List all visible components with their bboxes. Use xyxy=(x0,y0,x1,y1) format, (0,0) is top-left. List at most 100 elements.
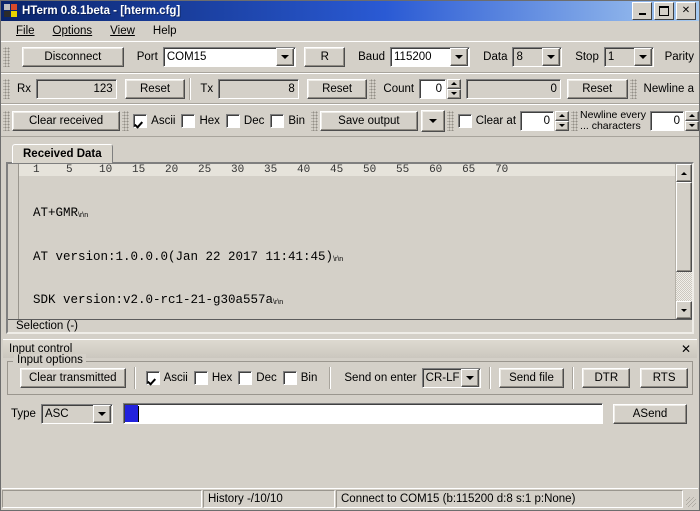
dec-checkbox[interactable]: Dec xyxy=(225,113,264,128)
rx-reset-button[interactable]: Reset xyxy=(124,78,186,99)
menu-view[interactable]: View xyxy=(101,23,144,39)
baud-select[interactable]: 115200 xyxy=(390,47,471,67)
checkbox-icon[interactable] xyxy=(225,113,240,128)
stepper-down-icon[interactable] xyxy=(685,120,700,131)
input-bin-checkbox[interactable]: Bin xyxy=(282,371,317,385)
count-stepper[interactable] xyxy=(447,78,462,99)
checkbox-icon[interactable] xyxy=(238,371,253,385)
tx-count-value: 8 xyxy=(218,78,299,99)
menu-help[interactable]: Help xyxy=(144,23,186,39)
send-on-enter-select[interactable]: CR-LF xyxy=(421,368,481,388)
minimize-button[interactable] xyxy=(632,2,652,20)
clear-transmitted-button[interactable]: Clear transmitted xyxy=(20,368,126,388)
eol-marker: \r\n xyxy=(78,212,89,219)
hex-checkbox[interactable]: Hex xyxy=(181,113,220,128)
chevron-down-icon[interactable] xyxy=(450,48,469,66)
toolbar-grip-icon[interactable] xyxy=(3,110,10,131)
disconnect-button[interactable]: Disconnect xyxy=(22,47,124,67)
toolbar-grip-icon[interactable] xyxy=(446,110,454,131)
checkbox-icon[interactable] xyxy=(193,371,208,385)
window-controls: ✕ xyxy=(632,2,696,20)
received-data-box: 1 5 10 15 20 25 30 35 40 45 50 55 60 65 … xyxy=(6,162,694,334)
clear-at-input[interactable]: 0 xyxy=(520,110,555,131)
chevron-down-icon xyxy=(428,118,437,123)
chevron-down-icon[interactable] xyxy=(633,48,652,66)
stopbits-select[interactable]: 1 xyxy=(603,47,654,67)
eol-marker: \r\n xyxy=(333,255,344,263)
rx-count-value: 123 xyxy=(36,78,117,99)
toolbar-grip-icon[interactable] xyxy=(629,78,637,99)
toolbar-grip-icon[interactable] xyxy=(3,78,10,99)
close-button[interactable]: ✕ xyxy=(676,2,696,20)
chevron-down-icon[interactable] xyxy=(276,48,295,66)
newline-every-stepper[interactable] xyxy=(685,110,700,131)
count-reset-button[interactable]: Reset xyxy=(566,78,628,99)
input-dec-checkbox[interactable]: Dec xyxy=(238,371,277,385)
tab-received-data[interactable]: Received Data xyxy=(12,144,113,163)
count-input[interactable]: 0 xyxy=(419,78,447,99)
checkbox-icon[interactable] xyxy=(457,113,472,128)
checkbox-icon[interactable] xyxy=(181,113,196,128)
checkbox-icon[interactable] xyxy=(282,371,297,385)
stepper-down-icon[interactable] xyxy=(447,88,462,99)
toolbar-grip-icon[interactable] xyxy=(369,78,377,99)
bin-checkbox[interactable]: Bin xyxy=(270,113,305,128)
newline-every-input[interactable]: 0 xyxy=(650,110,685,131)
chevron-down-icon[interactable] xyxy=(92,404,111,423)
dtr-button[interactable]: DTR xyxy=(582,368,631,388)
input-hex-checkbox[interactable]: Hex xyxy=(193,371,232,385)
save-output-button[interactable]: Save output xyxy=(319,110,418,131)
close-icon[interactable]: ✕ xyxy=(681,342,691,356)
type-select[interactable]: ASC xyxy=(40,403,113,424)
rts-button[interactable]: RTS xyxy=(640,368,688,388)
scroll-down-icon[interactable] xyxy=(676,301,692,319)
save-output-dropdown-button[interactable] xyxy=(420,109,445,132)
input-control-header: Input control ✕ xyxy=(3,340,697,358)
toolbar-grip-icon[interactable] xyxy=(3,47,10,67)
received-text[interactable]: AT+GMR\r\n AT version:1.0.0.0(Jan 22 201… xyxy=(19,176,675,319)
count-label: Count xyxy=(383,82,415,95)
maximize-button[interactable] xyxy=(654,2,674,20)
ascii-checkbox[interactable]: Ascii xyxy=(133,113,175,128)
chevron-down-icon[interactable] xyxy=(460,369,479,387)
chevron-down-icon[interactable] xyxy=(542,48,561,66)
status-bar: History -/10/10 Connect to COM15 (b:1152… xyxy=(2,488,698,509)
received-vertical-scrollbar[interactable] xyxy=(675,164,692,319)
toolbar-grip-icon[interactable] xyxy=(310,110,318,131)
send-input[interactable] xyxy=(122,403,603,424)
input-options-row: Clear transmitted Ascii Hex Dec Bin Send… xyxy=(12,367,688,389)
scrollbar-thumb[interactable] xyxy=(676,182,692,273)
send-file-button[interactable]: Send file xyxy=(498,368,565,388)
stepper-up-icon[interactable] xyxy=(447,78,462,89)
scroll-up-icon[interactable] xyxy=(676,164,692,182)
stepper-down-icon[interactable] xyxy=(555,120,570,131)
count-current-value: 0 xyxy=(466,78,561,99)
resize-grip-icon[interactable] xyxy=(684,489,698,509)
received-gutter xyxy=(8,164,19,319)
menu-options[interactable]: Options xyxy=(44,23,102,39)
checkbox-checked-icon[interactable] xyxy=(133,113,148,128)
stepper-up-icon[interactable] xyxy=(685,110,700,121)
clear-at-checkbox[interactable]: Clear at xyxy=(457,113,516,128)
checkbox-checked-icon[interactable] xyxy=(145,371,160,385)
newline-at-label: Newline a xyxy=(643,82,695,95)
refresh-ports-button[interactable]: R xyxy=(304,47,346,67)
status-history: History -/10/10 xyxy=(203,490,335,508)
clear-received-button[interactable]: Clear received xyxy=(12,110,121,131)
asend-button[interactable]: ASend xyxy=(613,403,687,424)
input-ascii-checkbox[interactable]: Ascii xyxy=(145,371,188,385)
hterm-window: HTerm 0.8.1beta - [hterm.cfg] ✕ File Opt… xyxy=(0,0,700,511)
stepper-up-icon[interactable] xyxy=(555,110,570,121)
scrollbar-track[interactable] xyxy=(676,182,692,301)
toolbar-grip-icon[interactable] xyxy=(571,110,579,131)
parity-label: Parity xyxy=(664,51,694,63)
port-select[interactable]: COM15 xyxy=(162,47,297,67)
menu-file[interactable]: File xyxy=(7,23,44,39)
databits-select[interactable]: 8 xyxy=(512,47,563,67)
stop-label: Stop xyxy=(575,51,599,63)
checkbox-icon[interactable] xyxy=(270,113,285,128)
selection-status: Selection (-) xyxy=(8,319,692,332)
tx-reset-button[interactable]: Reset xyxy=(306,78,368,99)
toolbar-grip-icon[interactable] xyxy=(122,110,130,131)
clear-at-stepper[interactable] xyxy=(555,110,570,131)
